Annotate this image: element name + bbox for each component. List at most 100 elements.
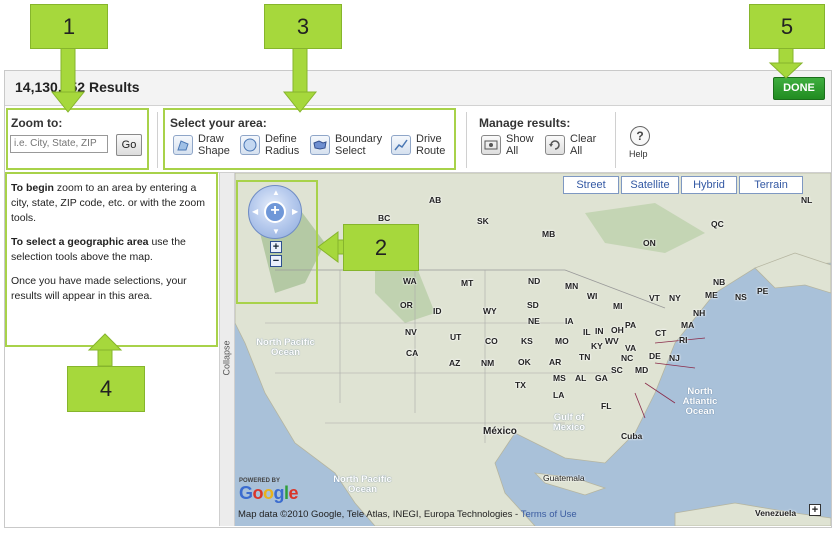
map-label: NV: [405, 327, 417, 337]
map-label: ME: [705, 290, 718, 300]
results-header: 14,130,452 Results DONE: [5, 71, 831, 106]
map-view[interactable]: Street Satellite Hybrid Terrain ▲ ▼ ◀ ▶ …: [235, 173, 831, 526]
expand-overview-icon[interactable]: +: [809, 504, 821, 516]
results-count-title: 14,130,452 Results: [15, 79, 140, 95]
map-label: GA: [595, 373, 608, 383]
map-label: SD: [527, 300, 539, 310]
map-label: AB: [429, 195, 442, 205]
map-label: KS: [521, 336, 533, 346]
map-label: MI: [613, 301, 623, 311]
attribution-text: Map data ©2010 Google, Tele Atlas, INEGI…: [238, 509, 521, 520]
map-label: DE: [649, 351, 661, 361]
highlight-results-panel: [5, 172, 218, 347]
map-label: LA: [553, 390, 565, 400]
callout-5: 5: [749, 4, 825, 49]
ocean-label: Gulf of Mexico: [552, 412, 586, 433]
clear-all-icon: [545, 135, 565, 155]
maptype-terrain-button[interactable]: Terrain: [739, 176, 803, 194]
map-label: SC: [611, 365, 623, 375]
map-label: MN: [565, 281, 579, 291]
map-label: ND: [528, 276, 541, 286]
show-all-label-line2: All: [506, 145, 519, 157]
map-label: ON: [643, 238, 656, 248]
map-label: KY: [591, 341, 603, 351]
clear-all-label-line1: Clear: [570, 133, 597, 145]
map-label: ID: [433, 306, 442, 316]
map-attribution: Map data ©2010 Google, Tele Atlas, INEGI…: [238, 509, 577, 520]
map-label: OH: [611, 325, 624, 335]
map-label: NY: [669, 293, 681, 303]
maptype-street-button[interactable]: Street: [563, 176, 619, 194]
show-all-label-line1: Show: [506, 133, 534, 145]
map-label: NS: [735, 292, 747, 302]
place-label: Guatemala: [543, 473, 585, 483]
map-label: NJ: [669, 353, 680, 363]
collapse-toggle[interactable]: Collapse: [219, 173, 235, 526]
highlight-select-area: [163, 108, 456, 170]
callout-3: 3: [264, 4, 342, 49]
callout-4: 4: [67, 366, 145, 412]
map-label: AL: [575, 373, 587, 383]
map-label: WI: [587, 291, 598, 301]
maptype-satellite-button[interactable]: Satellite: [621, 176, 679, 194]
map-label: AR: [549, 357, 562, 367]
map-label: NL: [801, 195, 813, 205]
map-label: RI: [679, 335, 688, 345]
map-label: VT: [649, 293, 660, 303]
collapse-label: Collapse: [221, 340, 232, 376]
help-icon[interactable]: ?: [630, 126, 650, 146]
map-label: MS: [553, 373, 566, 383]
map-label: MO: [555, 336, 569, 346]
toolbar-divider: [615, 112, 616, 168]
map-label: MB: [542, 229, 556, 239]
place-label: México: [483, 426, 517, 437]
terms-of-use-link[interactable]: Terms of Use: [521, 509, 577, 520]
map-label: CT: [655, 328, 667, 338]
map-label: AZ: [449, 358, 461, 368]
maptype-hybrid-button[interactable]: Hybrid: [681, 176, 737, 194]
highlight-zoom-to: [6, 108, 149, 170]
map-label: WV: [605, 336, 619, 346]
map-label: NM: [481, 358, 495, 368]
toolbar-divider: [466, 112, 467, 168]
ocean-label: North Pacific Ocean: [333, 474, 392, 495]
done-button[interactable]: DONE: [773, 77, 825, 100]
google-logo[interactable]: POWERED BY Google: [239, 478, 299, 503]
map-label: IA: [565, 316, 574, 326]
map-label: MA: [681, 320, 695, 330]
map-label: WY: [483, 306, 497, 316]
place-label: Venezuela: [755, 508, 797, 518]
map-label: OR: [400, 300, 413, 310]
map-label: TX: [515, 380, 526, 390]
map-label: NH: [693, 308, 706, 318]
place-label: Cuba: [621, 431, 643, 441]
callout-2: 2: [343, 224, 419, 271]
map-label: MD: [635, 365, 649, 375]
map-label: IL: [583, 327, 591, 337]
map-label: BC: [378, 213, 391, 223]
google-wordmark: Google: [239, 483, 299, 503]
map-label: FL: [601, 401, 612, 411]
map-label: UT: [450, 332, 462, 342]
map-label: NC: [621, 353, 634, 363]
map-label: NE: [528, 316, 540, 326]
map-label: PA: [625, 320, 637, 330]
clear-all-label-line2: All: [570, 145, 583, 157]
map-label: IN: [595, 326, 604, 336]
map-label: QC: [711, 219, 724, 229]
map-label: SK: [477, 216, 489, 226]
map-label: NB: [713, 277, 726, 287]
ocean-label: North Atlantic Ocean: [682, 386, 718, 417]
map-label: VA: [625, 343, 637, 353]
map-label: OK: [518, 357, 531, 367]
help-label[interactable]: Help: [629, 149, 648, 159]
highlight-pan-zoom: [236, 180, 318, 304]
map-label: MT: [461, 278, 474, 288]
toolbar-divider: [157, 112, 158, 168]
ocean-label: North Pacific Ocean: [256, 337, 315, 358]
map-label: TN: [579, 352, 591, 362]
show-all-icon: [481, 135, 501, 155]
map-label: PE: [757, 286, 769, 296]
callout-1: 1: [30, 4, 108, 49]
map-label: CA: [406, 348, 419, 358]
